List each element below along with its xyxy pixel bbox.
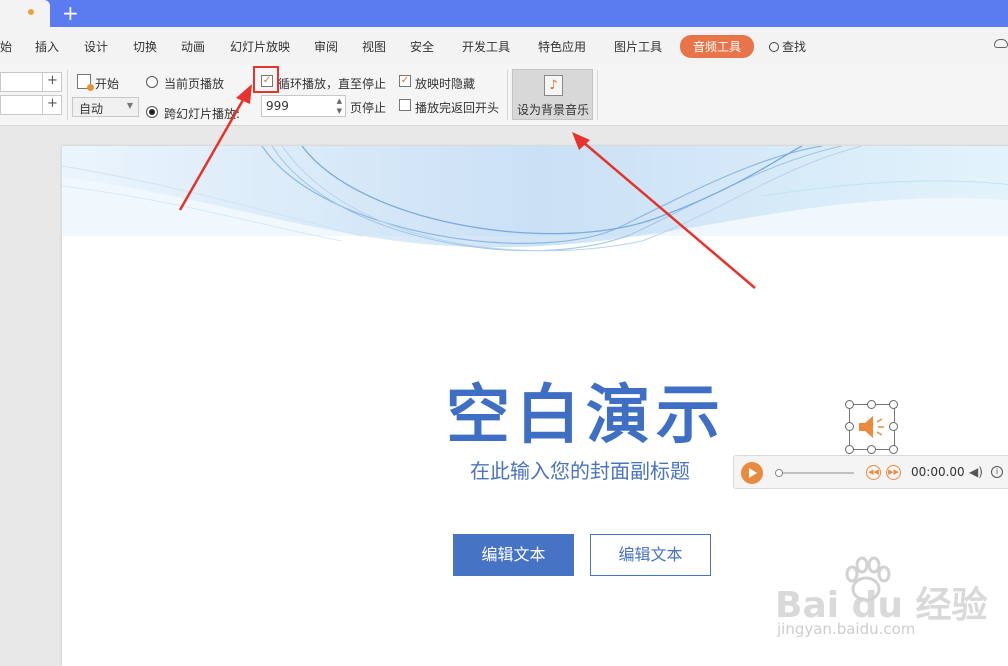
menu-audio-tools[interactable]: 音频工具 — [680, 35, 755, 58]
volume-icon[interactable]: ◀) — [969, 465, 983, 479]
info-icon[interactable]: i — [991, 466, 1003, 478]
slide-title[interactable]: 空白演示 — [446, 364, 726, 456]
resize-handle[interactable] — [845, 422, 854, 431]
current-page-label: 当前页播放 — [164, 77, 225, 91]
menu-features[interactable]: 特色应用 — [538, 38, 586, 55]
new-tab-icon[interactable]: + — [62, 2, 79, 24]
menu-animation[interactable]: 动画 — [181, 38, 205, 55]
resize-handle[interactable] — [867, 445, 876, 454]
menu-review[interactable]: 审阅 — [314, 38, 338, 55]
forward-icon[interactable]: ▶▶ — [886, 465, 901, 480]
seek-track[interactable] — [778, 472, 854, 474]
menu-view[interactable]: 视图 — [362, 38, 386, 55]
rewind-label: 播放完返回开头 — [415, 101, 500, 115]
spinner-icon[interactable]: ▲ ▼ — [337, 96, 342, 116]
watermark-url: jingyan.baidu.com — [777, 620, 916, 638]
highlight-box — [253, 66, 279, 93]
cross-slides-label: 跨幻灯片播放: — [164, 107, 241, 121]
time-display: 00:00.00 — [911, 465, 965, 479]
bgm-label: 设为背景音乐 — [517, 103, 590, 117]
start-select[interactable]: 自动 ▼ — [72, 97, 139, 117]
divider — [507, 70, 508, 120]
search-icon — [769, 42, 779, 52]
cross-slides-radio[interactable] — [146, 106, 158, 118]
chevron-down-icon: ▼ — [126, 101, 133, 110]
menu-security[interactable]: 安全 — [410, 38, 434, 55]
menu-slideshow[interactable]: 幻灯片放映 — [230, 38, 290, 55]
start-label: 开始 — [95, 77, 120, 91]
title-bar — [0, 0, 1008, 27]
menu-developer[interactable]: 开发工具 — [462, 38, 510, 55]
divider — [597, 70, 598, 120]
hide-on-show-label: 放映时隐藏 — [415, 77, 476, 91]
menu-transition[interactable]: 切换 — [133, 38, 157, 55]
set-background-music-button[interactable]: ♪ 设为背景音乐 — [512, 69, 593, 120]
search-menu[interactable]: 查找 — [769, 38, 806, 55]
slide-count-value: 999 — [266, 99, 289, 113]
music-note-icon: ♪ — [544, 75, 563, 96]
audio-player: ◀◀ ▶▶ 00:00.00 ◀) i — [733, 455, 1008, 489]
search-label: 查找 — [782, 40, 807, 54]
plus-icon[interactable]: + — [42, 95, 62, 115]
start-select-value: 自动 — [79, 102, 104, 116]
resize-handle[interactable] — [845, 445, 854, 454]
resize-handle[interactable] — [889, 422, 898, 431]
fade-field[interactable]: + — [0, 95, 62, 115]
rewind-icon[interactable]: ◀◀ — [866, 465, 881, 480]
stop-after-label: 页停止 — [350, 101, 387, 115]
document-tab[interactable] — [0, 0, 50, 27]
resize-handle[interactable] — [889, 400, 898, 409]
menu-start[interactable]: 始 — [0, 38, 12, 55]
speaker-icon — [859, 416, 884, 438]
resize-handle[interactable] — [845, 400, 854, 409]
plus-icon[interactable]: + — [42, 72, 62, 92]
edit-text-button-secondary[interactable]: 编辑文本 — [590, 534, 711, 576]
play-icon[interactable] — [741, 462, 763, 484]
edit-text-button-primary[interactable]: 编辑文本 — [453, 534, 574, 576]
hide-on-show-checkbox[interactable]: ✓ — [399, 75, 411, 87]
wave-decoration — [62, 146, 1008, 252]
slide-subtitle[interactable]: 在此输入您的封面副标题 — [470, 455, 690, 484]
start-icon — [77, 74, 94, 91]
menu-design[interactable]: 设计 — [84, 38, 108, 55]
resize-handle[interactable] — [889, 445, 898, 454]
volume-field[interactable]: + — [0, 72, 62, 92]
rewind-checkbox[interactable] — [399, 99, 411, 111]
slide-count-input[interactable]: 999 ▲ ▼ — [261, 95, 346, 117]
divider — [67, 70, 68, 120]
unsaved-dot-icon — [28, 9, 34, 15]
seek-knob[interactable] — [775, 469, 783, 477]
menu-bar: 始 插入 设计 切换 动画 幻灯片放映 审阅 视图 安全 开发工具 特色应用 图… — [0, 27, 1008, 64]
cloud-icon[interactable] — [994, 39, 1008, 48]
menu-picture-tools[interactable]: 图片工具 — [614, 38, 662, 55]
loop-label: 循环播放，直至停止 — [278, 77, 387, 91]
current-page-radio[interactable] — [146, 76, 158, 88]
menu-insert[interactable]: 插入 — [35, 38, 59, 55]
resize-handle[interactable] — [867, 400, 876, 409]
